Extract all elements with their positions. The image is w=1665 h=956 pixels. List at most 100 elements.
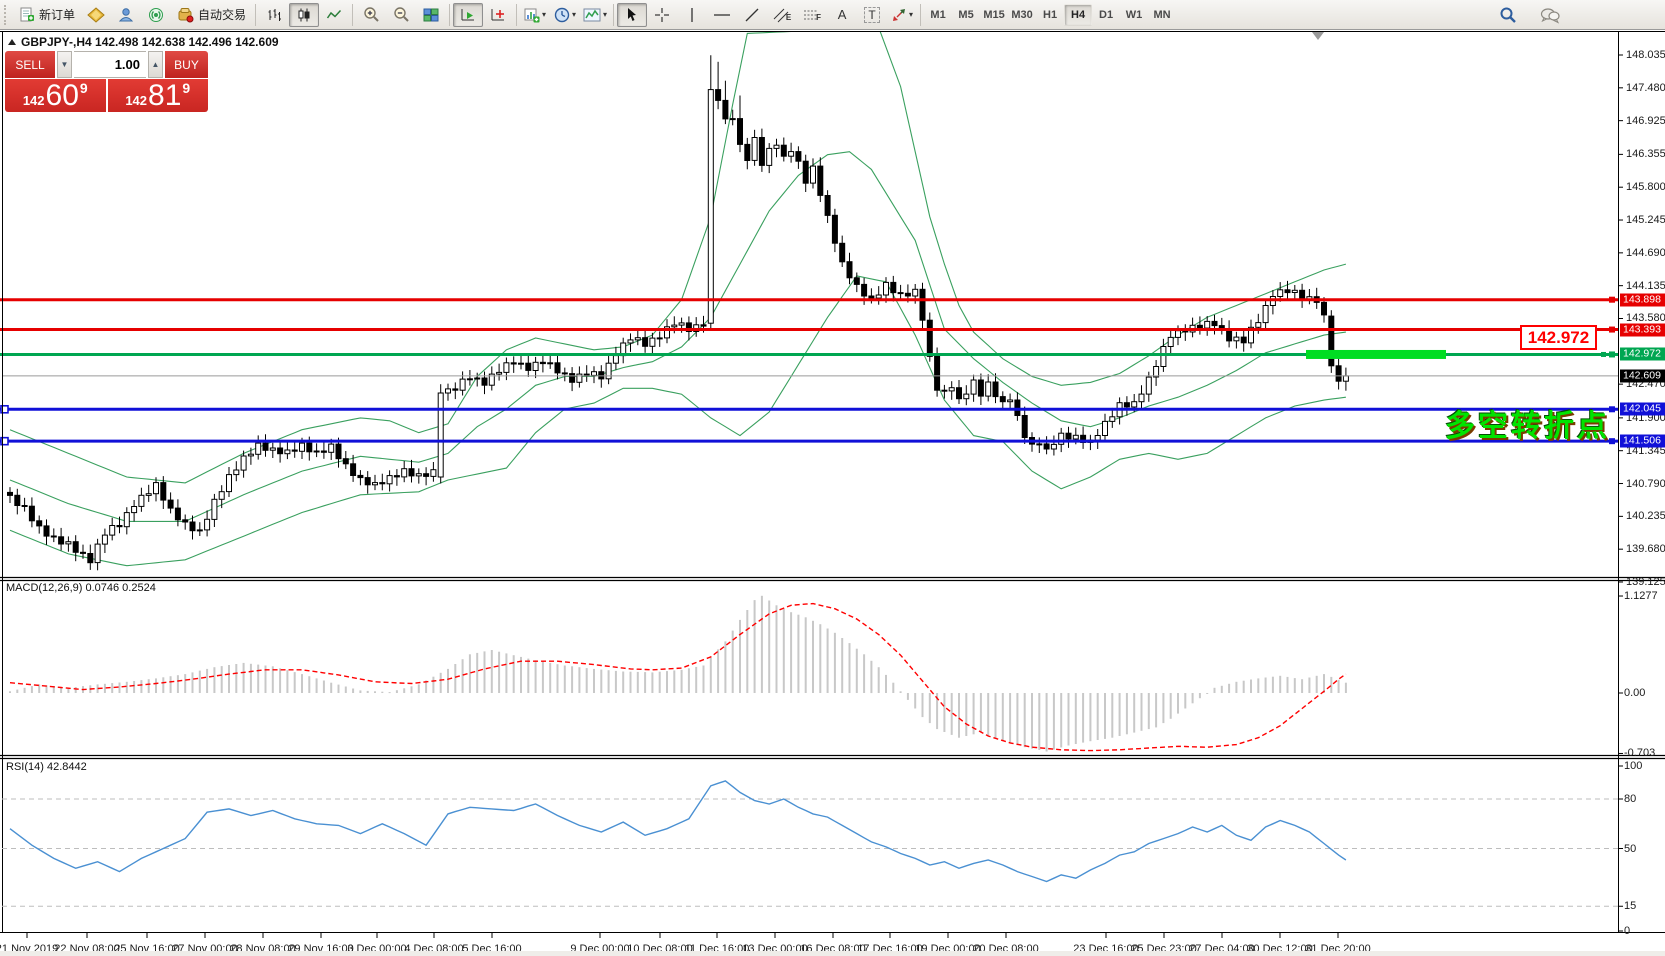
price-tick-label: 140.235 [1626, 510, 1665, 522]
candles[interactable] [8, 55, 1349, 570]
bollinger-upper-band[interactable] [10, 31, 1346, 483]
user-icon [118, 7, 134, 23]
terminal-button[interactable] [141, 3, 171, 27]
price-badge: 141.506 [1620, 435, 1665, 448]
toolbar-right-group [1493, 3, 1565, 27]
tile-windows-button[interactable] [416, 3, 446, 27]
zoom-out-button[interactable] [386, 3, 416, 27]
bar-chart-mode-button[interactable] [259, 3, 289, 27]
profiles-button[interactable]: ▾ [550, 3, 580, 27]
collapse-triangle-icon[interactable] [8, 39, 16, 45]
label-tool-letter: T [864, 7, 879, 23]
candlestick-mode-button[interactable] [289, 3, 319, 27]
fibonacci-tool-button[interactable]: F [797, 3, 827, 27]
price-tick-label: 146.355 [1626, 148, 1665, 160]
arrows-tool-button[interactable]: ▾ [887, 3, 917, 27]
timeframe-MN[interactable]: MN [1148, 4, 1176, 26]
buy-price-big: 81 [148, 81, 181, 111]
price-tick-label: 139.125 [1626, 576, 1665, 588]
vertical-line-icon [687, 7, 697, 23]
search-icon [1499, 6, 1517, 24]
price-tick-label: 147.480 [1626, 82, 1665, 94]
price-badge: 142.045 [1620, 403, 1665, 416]
dropdown-caret-icon: ▾ [603, 10, 607, 19]
toolbar-separator [516, 4, 517, 26]
dropdown-caret-icon: ▾ [572, 10, 576, 19]
tile-windows-icon [423, 7, 439, 23]
text-label-tool-button[interactable]: T [857, 3, 887, 27]
zoom-in-button[interactable] [356, 3, 386, 27]
channel-tool-button[interactable]: E [767, 3, 797, 27]
cursor-tool-button[interactable] [617, 3, 647, 27]
price-tick-label: 144.135 [1626, 280, 1665, 292]
timeframe-H4[interactable]: H4 [1064, 4, 1092, 26]
new-order-button[interactable]: 新订单 [14, 3, 81, 27]
chart-window[interactable]: GBPJPY-,H4 142.498 142.638 142.496 142.6… [0, 31, 1665, 956]
crosshair-tool-button[interactable] [647, 3, 677, 27]
dropdown-caret-icon: ▾ [542, 10, 546, 19]
timeframe-M30[interactable]: M30 [1008, 4, 1036, 26]
macd-label: MACD(12,26,9) 0.0746 0.2524 [6, 582, 156, 594]
green-highlight-segment[interactable] [1306, 350, 1446, 359]
price-tick-label: 145.800 [1626, 181, 1665, 193]
rsi-panel[interactable] [2, 781, 1618, 906]
volume-input[interactable] [74, 51, 146, 78]
chart-header: GBPJPY-,H4 142.498 142.638 142.496 142.6… [8, 35, 279, 49]
timeframe-D1[interactable]: D1 [1092, 4, 1120, 26]
text-tool-letter: A [838, 7, 847, 22]
timeframe-W1[interactable]: W1 [1120, 4, 1148, 26]
market-watch-button[interactable] [81, 3, 111, 27]
autotrading-label: 自动交易 [198, 6, 246, 23]
chart-shift-button[interactable] [483, 3, 513, 27]
rsi-label: RSI(14) 42.8442 [6, 761, 87, 773]
main-toolbar: 新订单 自动交易 [0, 0, 1665, 30]
one-click-trading-panel: SELL ▼ ▲ BUY 142 60 9 142 81 9 [5, 51, 208, 112]
buy-price-button[interactable]: 142 81 9 [108, 79, 209, 112]
timeframe-M15[interactable]: M15 [980, 4, 1008, 26]
price-badge: 142.609 [1620, 369, 1665, 382]
candlestick-icon [296, 7, 312, 23]
rsi-tick-label: 80 [1624, 793, 1636, 805]
channel-letter: E [786, 13, 791, 22]
auto-scroll-button[interactable] [453, 3, 483, 27]
chart-canvas[interactable] [0, 31, 1665, 956]
timeframe-group: M1M5M15M30H1H4D1W1MN [924, 4, 1176, 26]
chart-shift-marker[interactable] [1312, 32, 1324, 40]
trendline-tool-button[interactable] [737, 3, 767, 27]
bollinger-middle-band[interactable] [10, 152, 1346, 522]
horizontal-line-tool-button[interactable] [707, 3, 737, 27]
arrow-objects-icon [891, 7, 907, 23]
new-chart-button[interactable]: ▾ [520, 3, 550, 27]
buy-button[interactable]: BUY [165, 51, 208, 78]
price-tick-label: 144.690 [1626, 247, 1665, 259]
buy-price-sup: 9 [182, 80, 190, 96]
timeframe-H1[interactable]: H1 [1036, 4, 1064, 26]
volume-increase-button[interactable]: ▲ [148, 51, 163, 78]
auto-scroll-icon [460, 7, 476, 23]
macd-panel[interactable] [9, 596, 1347, 752]
autotrading-button[interactable]: 自动交易 [171, 3, 252, 27]
price-tick-label: 140.790 [1626, 478, 1665, 490]
mt4-window: 新订单 自动交易 [0, 0, 1665, 956]
volume-decrease-button[interactable]: ▼ [57, 51, 72, 78]
chat-bubbles-icon [1540, 7, 1560, 24]
sell-button[interactable]: SELL [5, 51, 55, 78]
sell-price-button[interactable]: 142 60 9 [5, 79, 106, 112]
timeframe-M5[interactable]: M5 [952, 4, 980, 26]
vertical-line-tool-button[interactable] [677, 3, 707, 27]
signal-icon [148, 7, 164, 23]
price-annotation-box[interactable]: 142.972 [1520, 325, 1597, 350]
navigator-button[interactable] [111, 3, 141, 27]
line-chart-mode-button[interactable] [319, 3, 349, 27]
bollinger-lower-band[interactable] [10, 276, 1346, 566]
rsi-tick-label: 50 [1624, 843, 1636, 855]
toolbar-separator [255, 4, 256, 26]
text-tool-button[interactable]: A [827, 3, 857, 27]
ohlc-bars-icon [266, 7, 282, 23]
community-chat-button[interactable] [1535, 3, 1565, 27]
zoom-out-icon [393, 6, 410, 23]
timeframe-M1[interactable]: M1 [924, 4, 952, 26]
search-symbol-button[interactable] [1493, 3, 1523, 27]
indicators-button[interactable]: ▾ [580, 3, 610, 27]
toolbar-grip[interactable] [4, 5, 10, 25]
